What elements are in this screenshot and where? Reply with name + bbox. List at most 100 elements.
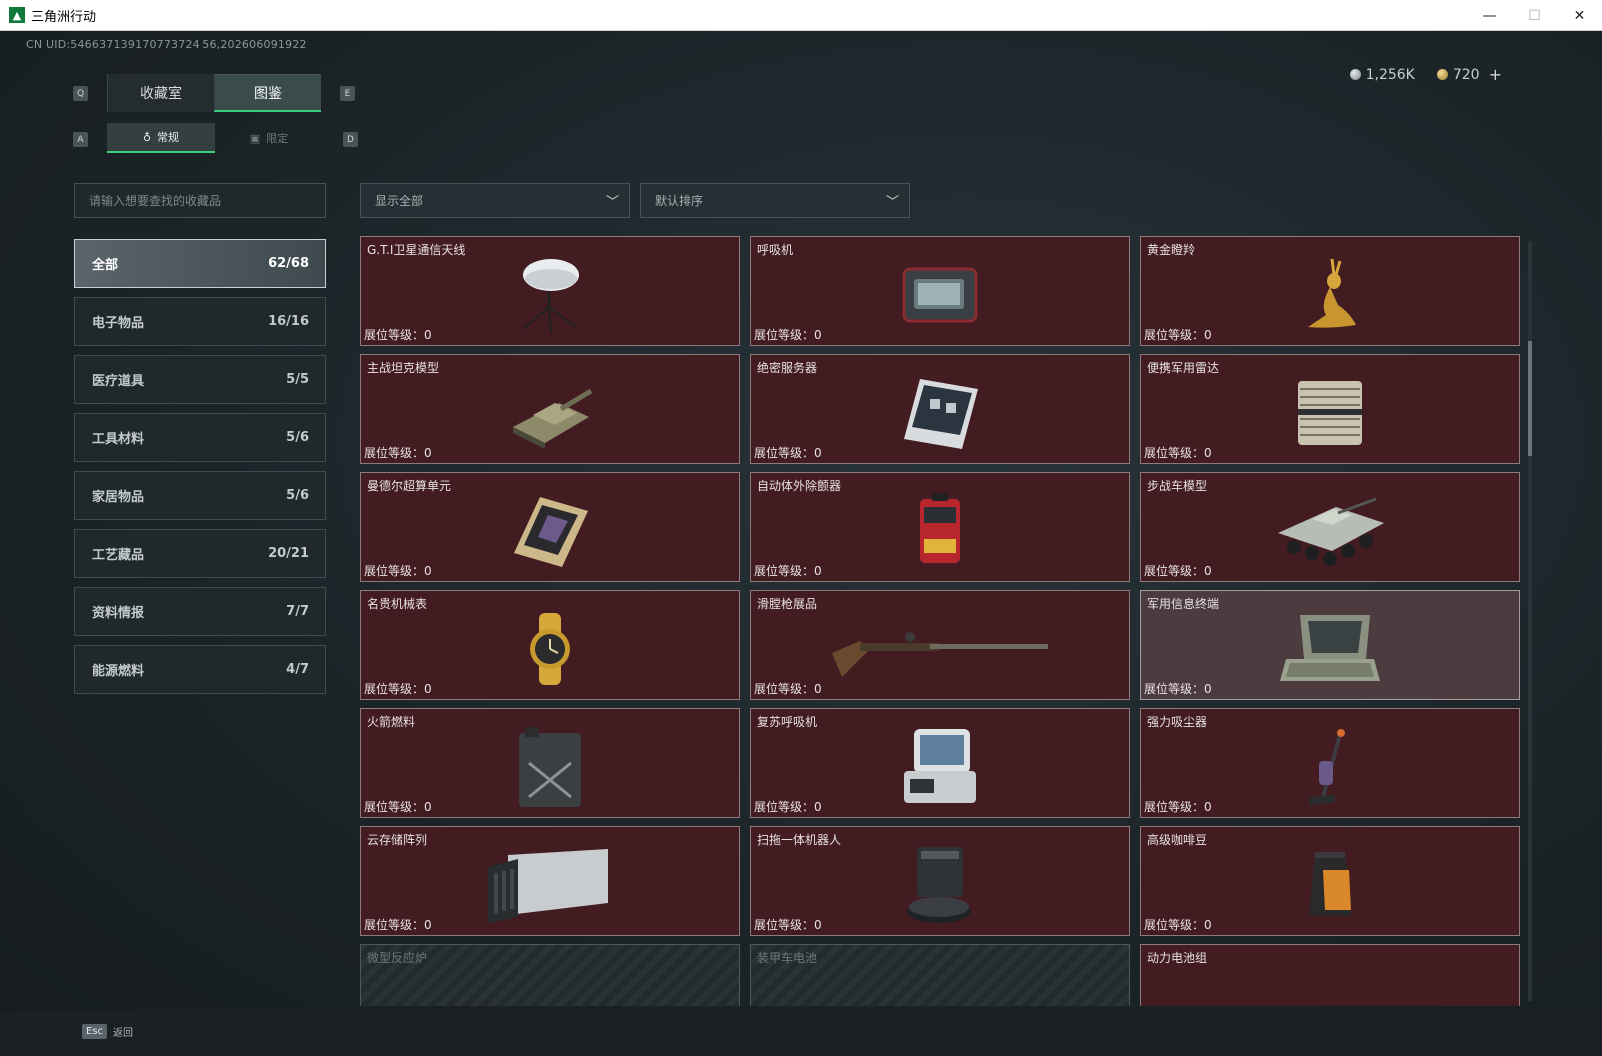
vacuum-icon (1270, 727, 1390, 807)
tab-limited[interactable]: ▣ 限定 (215, 123, 323, 153)
item-card[interactable]: 黄金瞪羚 展位等级：0 (1140, 236, 1520, 346)
key-hint-a: A (73, 132, 88, 147)
category-all[interactable]: 全部 62/68 (74, 239, 326, 288)
musket-icon (825, 609, 1055, 689)
maximize-button[interactable]: ☐ (1512, 0, 1557, 31)
sort-dropdown[interactable]: 默认排序 ﹀ (640, 183, 910, 218)
item-level: 展位等级：0 (364, 446, 432, 460)
item-name: 扫拖一体机器人 (757, 833, 842, 847)
tab-regular-label: 常规 (157, 131, 180, 144)
app-logo-icon: ▲ (9, 7, 25, 23)
category-list: 全部 62/68 电子物品 16/16 医疗道具 5/5 工具材料 5/6 家居… (74, 239, 326, 703)
chevron-down-icon: ﹀ (605, 195, 619, 210)
category-label: 医疗道具 (92, 374, 145, 389)
tab-catalog[interactable]: 图鉴 (214, 74, 321, 112)
radar-icon (1270, 373, 1390, 453)
item-card[interactable]: 复苏呼吸机 展位等级：0 (750, 708, 1130, 818)
category-count: 5/5 (286, 372, 309, 387)
sub-tabs: ♁ 常规 ▣ 限定 (107, 123, 323, 153)
resuscitator-icon (880, 727, 1000, 807)
window-title: 三角洲行动 (31, 9, 97, 25)
item-card[interactable]: 步战车模型 展位等级：0 (1140, 472, 1520, 582)
item-card[interactable]: 滑膛枪展品 展位等级：0 (750, 590, 1130, 700)
category-label: 家居物品 (92, 490, 145, 505)
item-card[interactable]: 绝密服务器 展位等级：0 (750, 354, 1130, 464)
category-medical[interactable]: 医疗道具 5/5 (74, 355, 326, 404)
window-controls: — ☐ ✕ (1467, 0, 1602, 31)
item-level: 展位等级：0 (754, 800, 822, 814)
item-level: 展位等级：0 (754, 918, 822, 932)
grid-scrollbar-thumb[interactable] (1528, 341, 1532, 456)
item-level: 展位等级：0 (364, 682, 432, 696)
item-name: 主战坦克模型 (367, 361, 440, 375)
filter-dropdown[interactable]: 显示全部 ﹀ (360, 183, 630, 218)
category-count: 16/16 (268, 314, 309, 329)
item-card-locked[interactable]: 装甲车电池 (750, 944, 1130, 1006)
tab-collection-room[interactable]: 收藏室 (107, 74, 214, 112)
window-titlebar: ▲ 三角洲行动 — ☐ ✕ (0, 0, 1602, 31)
silver-amount: 1,256K (1365, 66, 1415, 83)
key-hint-d: D (343, 132, 358, 147)
tank-model-icon (490, 373, 610, 453)
category-label: 资料情报 (92, 606, 145, 621)
add-currency-button[interactable]: + (1489, 65, 1502, 84)
item-card[interactable]: 火箭燃料 展位等级：0 (360, 708, 740, 818)
category-crafts[interactable]: 工艺藏品 20/21 (74, 529, 326, 578)
item-level: 展位等级：0 (1144, 800, 1212, 814)
bottom-bar (0, 1011, 1602, 1056)
category-household[interactable]: 家居物品 5/6 (74, 471, 326, 520)
coffee-bag-icon (1270, 845, 1390, 925)
item-card[interactable]: G.T.I卫星通信天线 展位等级：0 (360, 236, 740, 346)
item-card[interactable]: 主战坦克模型 展位等级：0 (360, 354, 740, 464)
category-count: 20/21 (268, 546, 309, 561)
item-card[interactable]: 强力吸尘器 展位等级：0 (1140, 708, 1520, 818)
item-name: 微型反应炉 (367, 951, 428, 965)
item-card[interactable]: 动力电池组 (1140, 944, 1520, 1006)
item-card[interactable]: 扫拖一体机器人 展位等级：0 (750, 826, 1130, 936)
watch-icon (490, 609, 610, 689)
item-card[interactable]: 名贵机械表 展位等级：0 (360, 590, 740, 700)
key-hint-q: Q (73, 86, 88, 101)
close-button[interactable]: ✕ (1557, 0, 1602, 31)
item-name: 高级咖啡豆 (1147, 833, 1208, 847)
category-label: 工具材料 (92, 432, 145, 447)
category-tools[interactable]: 工具材料 5/6 (74, 413, 326, 462)
category-electronics[interactable]: 电子物品 16/16 (74, 297, 326, 346)
ifv-model-icon (1270, 491, 1390, 571)
item-level: 展位等级：0 (754, 682, 822, 696)
fuel-can-icon (490, 727, 610, 807)
category-label: 工艺藏品 (92, 548, 145, 563)
item-level: 展位等级：0 (364, 800, 432, 814)
item-name: 便携军用雷达 (1147, 361, 1220, 375)
bottle-icon: ♁ (142, 130, 152, 144)
item-card-locked[interactable]: 微型反应炉 (360, 944, 740, 1006)
category-energy[interactable]: 能源燃料 4/7 (74, 645, 326, 694)
gold-currency: 720 + (1436, 65, 1502, 84)
gold-amount: 720 (1452, 66, 1480, 83)
tab-limited-label: 限定 (266, 132, 289, 145)
item-card[interactable]: 云存储阵列 展位等级：0 (360, 826, 740, 936)
storage-array-icon (485, 845, 615, 925)
item-name: 呼吸机 (757, 243, 794, 257)
back-button[interactable]: Esc 返回 (82, 1024, 133, 1039)
item-name: 绝密服务器 (757, 361, 818, 375)
item-card[interactable]: 军用信息终端 展位等级：0 (1140, 590, 1520, 700)
item-card[interactable]: 高级咖啡豆 展位等级：0 (1140, 826, 1520, 936)
item-card[interactable]: 自动体外除颤器 展位等级：0 (750, 472, 1130, 582)
item-level: 展位等级：0 (364, 328, 432, 342)
item-card[interactable]: 呼吸机 展位等级：0 (750, 236, 1130, 346)
tab-regular[interactable]: ♁ 常规 (107, 123, 215, 153)
category-label: 电子物品 (92, 316, 145, 331)
item-card[interactable]: 曼德尔超算单元 展位等级：0 (360, 472, 740, 582)
esc-key-hint: Esc (82, 1024, 108, 1039)
minimize-button[interactable]: — (1467, 0, 1512, 31)
item-card[interactable]: 便携军用雷达 展位等级：0 (1140, 354, 1520, 464)
item-level: 展位等级：0 (754, 328, 822, 342)
search-input[interactable] (74, 183, 326, 218)
robot-vacuum-icon (880, 845, 1000, 925)
item-level: 展位等级：0 (754, 446, 822, 460)
category-intel[interactable]: 资料情报 7/7 (74, 587, 326, 636)
silver-coin-icon (1349, 69, 1361, 80)
currency-bar: 1,256K 720 + (1349, 65, 1502, 84)
golden-gazelle-icon (1270, 255, 1390, 335)
